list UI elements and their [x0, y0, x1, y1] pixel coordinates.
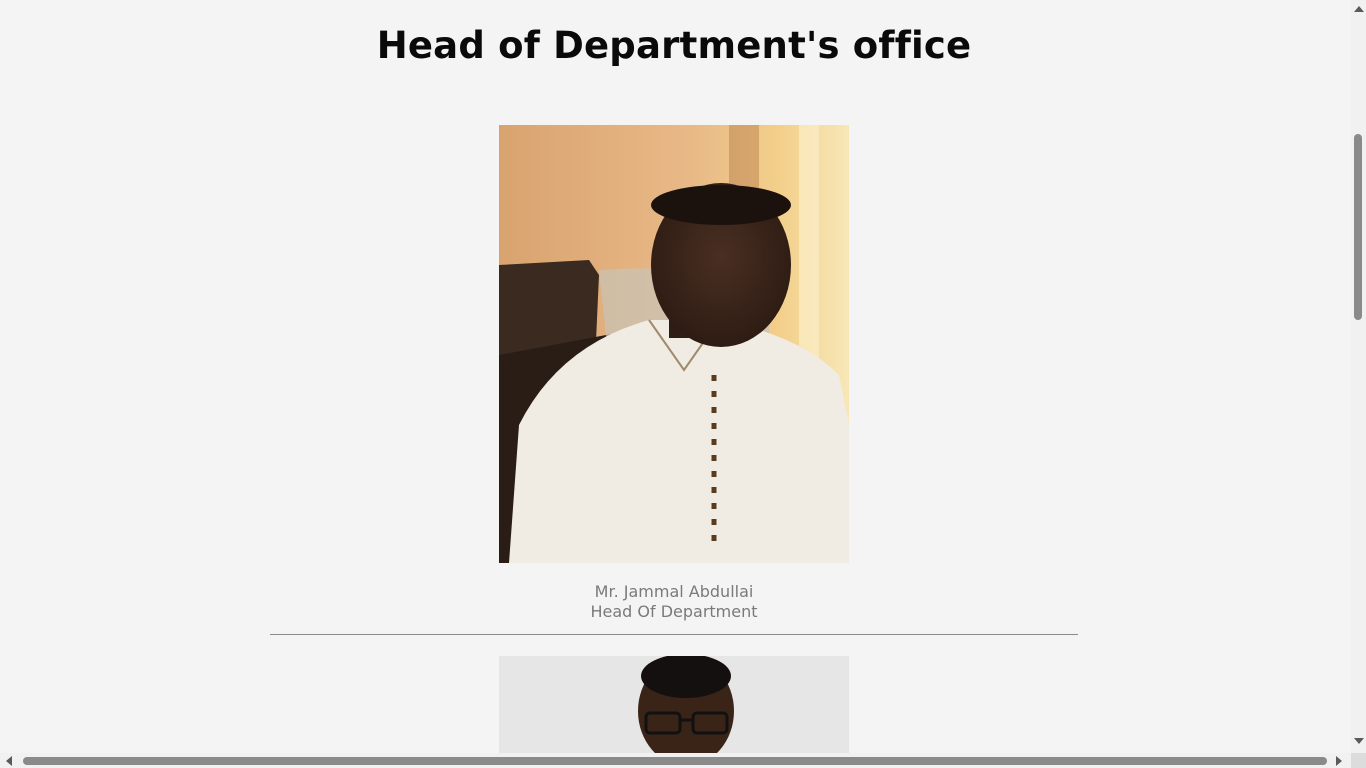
vertical-scroll-thumb[interactable] [1354, 134, 1362, 320]
scrollbar-corner [1351, 753, 1366, 768]
scroll-up-icon[interactable] [1354, 6, 1364, 12]
scroll-left-icon[interactable] [6, 756, 12, 766]
staff-photo-2 [499, 656, 849, 753]
staff-name: Mr. Jammal Abdullai [594, 582, 754, 601]
scroll-right-icon[interactable] [1336, 756, 1342, 766]
staff-photo-hod [499, 125, 849, 563]
staff-role: Head Of Department [590, 602, 758, 621]
horizontal-scrollbar[interactable] [0, 753, 1351, 768]
horizontal-scroll-thumb[interactable] [23, 757, 1327, 765]
scroll-down-icon[interactable] [1354, 738, 1364, 744]
section-divider [270, 634, 1078, 635]
vertical-scrollbar[interactable] [1351, 0, 1366, 753]
page-title: Head of Department's office [376, 24, 972, 67]
page-content: Head of Department's office Mr. Jammal A… [0, 0, 1351, 753]
